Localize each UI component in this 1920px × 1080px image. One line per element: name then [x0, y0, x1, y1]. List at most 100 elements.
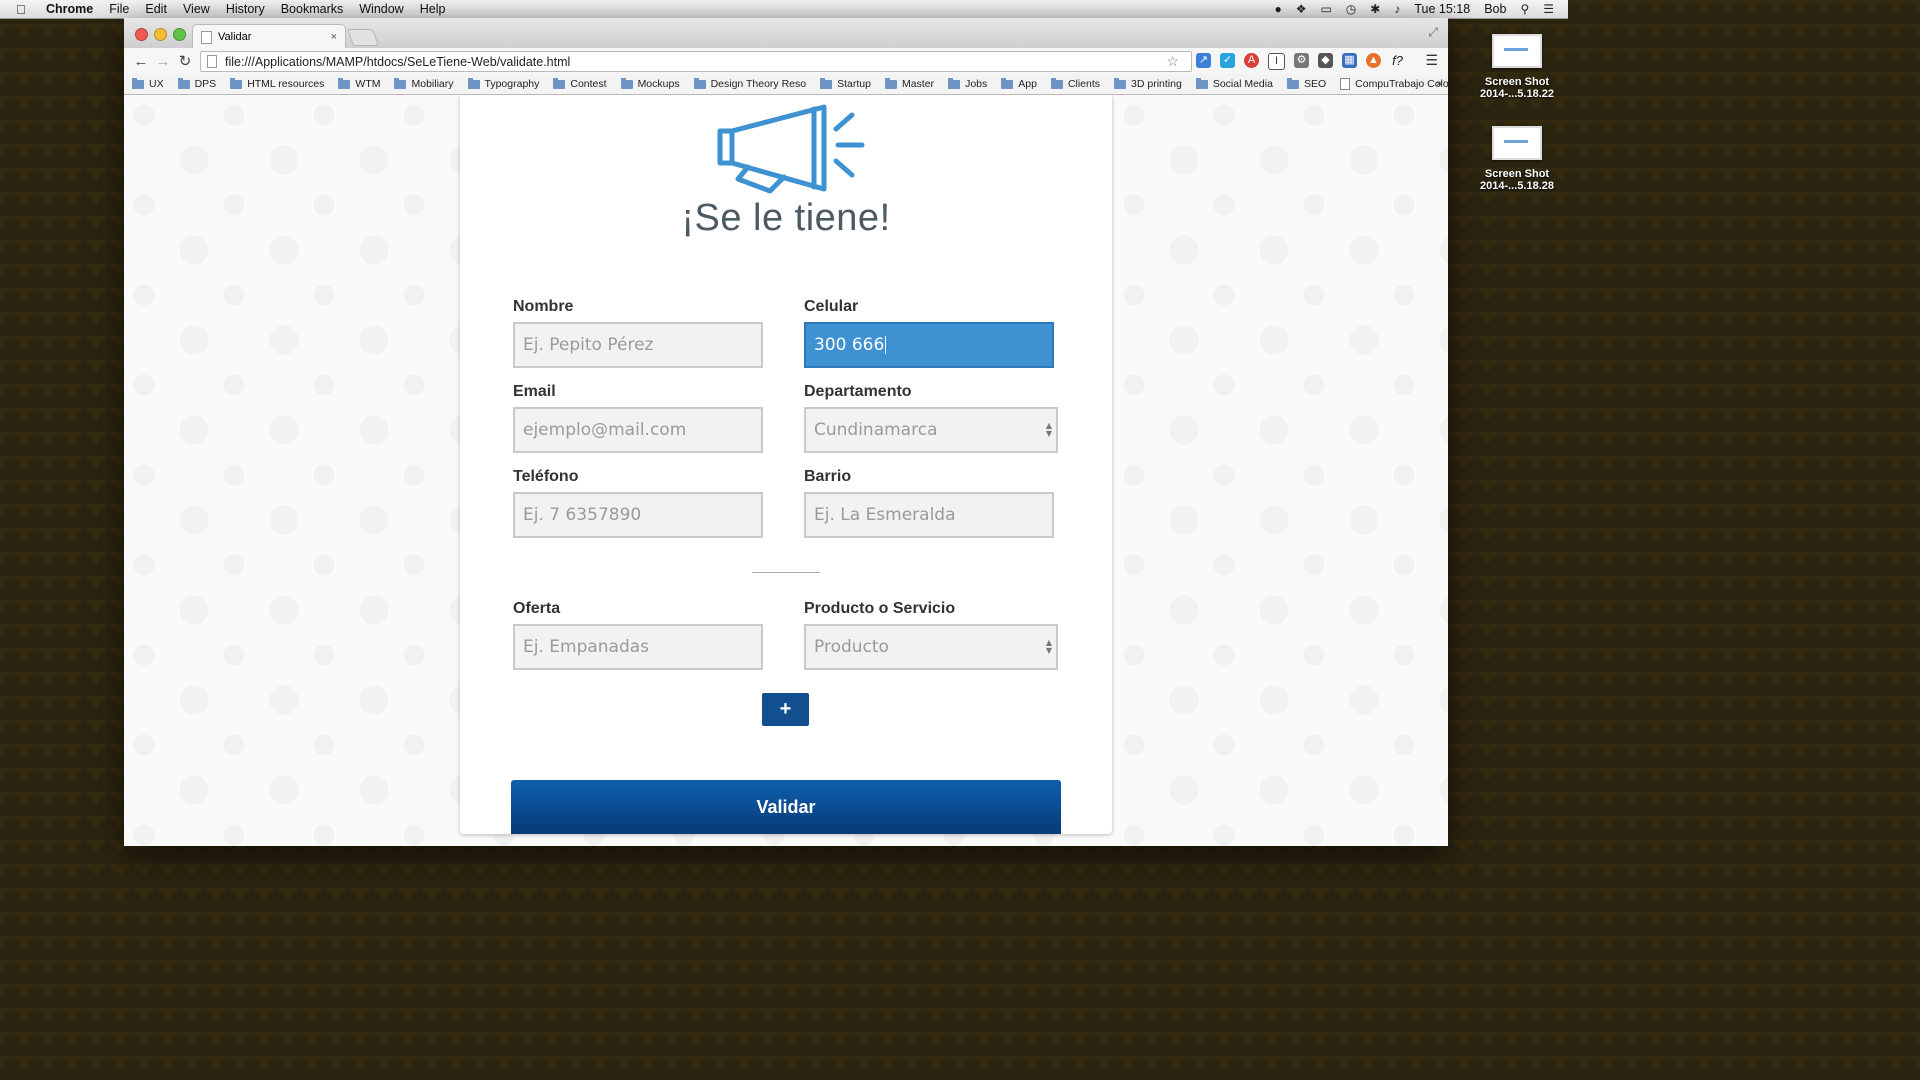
bookmark-label: App: [1018, 78, 1037, 90]
adblock-icon[interactable]: A: [1244, 53, 1259, 68]
extension-fire-icon[interactable]: ▲: [1366, 53, 1381, 68]
desktop-file-screenshot-2[interactable]: Screen Shot 2014-...5.18.28: [1472, 126, 1562, 192]
bookmarks-overflow-chevron-icon[interactable]: »: [1436, 78, 1442, 90]
brand-title: ¡Se le tiene!: [681, 197, 891, 239]
menu-help[interactable]: Help: [420, 2, 446, 16]
bookmark-folder-typography[interactable]: Typography: [467, 77, 540, 90]
form-card: ¡Se le tiene! Nombre Ej. Pepito Pérez Ce…: [460, 95, 1112, 834]
telefono-input[interactable]: Ej. 7 6357890: [513, 492, 763, 538]
folder-icon: [1114, 77, 1127, 89]
bookmark-computrabajo[interactable]: CompuTrabajo Colo: [1340, 78, 1448, 90]
bookmark-folder-seo[interactable]: SEO: [1286, 77, 1326, 90]
validar-button[interactable]: Validar: [511, 780, 1061, 834]
menu-bookmarks[interactable]: Bookmarks: [281, 2, 344, 16]
extension-check-icon[interactable]: ✓: [1220, 53, 1235, 68]
select-arrows-icon: ▲ ▼: [1045, 421, 1052, 438]
bookmark-folder-app[interactable]: App: [1001, 77, 1037, 90]
folder-icon: [620, 77, 633, 89]
celular-value: 300 666: [814, 335, 885, 355]
desktop-file-screenshot-1[interactable]: Screen Shot 2014-...5.18.22: [1472, 34, 1562, 100]
bookmark-label: Jobs: [965, 78, 988, 90]
menu-app-name[interactable]: Chrome: [46, 2, 93, 16]
menu-window[interactable]: Window: [359, 2, 403, 16]
menubar-user[interactable]: Bob: [1484, 2, 1506, 16]
bookmark-folder-3d-printing[interactable]: 3D printing: [1114, 77, 1182, 90]
celular-input[interactable]: 300 666: [804, 322, 1054, 368]
oferta-input[interactable]: Ej. Empanadas: [513, 624, 763, 670]
departamento-select[interactable]: Cundinamarca ▲ ▼: [804, 407, 1058, 453]
bookmark-folder-design-theory[interactable]: Design Theory Reso: [693, 77, 806, 90]
tab-close-icon[interactable]: ×: [331, 31, 337, 43]
bookmark-label: Mockups: [637, 78, 680, 90]
bookmark-folder-wtm[interactable]: WTM: [338, 77, 380, 90]
desktop-file-label-2b: 2014-...5.18.28: [1479, 180, 1554, 192]
bookmark-folder-master[interactable]: Master: [884, 77, 934, 90]
address-bar[interactable]: file:///Applications/MAMP/htdocs/SeLeTie…: [200, 51, 1192, 72]
bookmark-folder-ux[interactable]: UX: [132, 77, 164, 90]
dropbox-icon[interactable]: ❖: [1296, 2, 1307, 16]
airplay-icon[interactable]: ▭: [1320, 2, 1331, 16]
barrio-input[interactable]: Ej. La Esmeralda: [804, 492, 1054, 538]
bookmark-folder-startup[interactable]: Startup: [820, 77, 871, 90]
field-telefono: Teléfono Ej. 7 6357890: [513, 468, 765, 538]
status-app-icon[interactable]: ●: [1274, 2, 1281, 16]
bookmark-label: Startup: [837, 78, 871, 90]
bookmark-folder-mockups[interactable]: Mockups: [620, 77, 680, 90]
spotlight-search-icon[interactable]: ⚲: [1520, 2, 1529, 16]
bookmark-folder-jobs[interactable]: Jobs: [948, 77, 988, 90]
new-tab-button[interactable]: [346, 29, 380, 46]
notification-center-icon[interactable]: ☰: [1543, 2, 1554, 16]
folder-icon: [338, 77, 351, 89]
bookmark-label: UX: [149, 78, 164, 90]
bookmark-folder-mobiliary[interactable]: Mobiliary: [394, 77, 454, 90]
browser-toolbar: ← → ↻ file:///Applications/MAMP/htdocs/S…: [124, 48, 1448, 74]
extension-tool-icon[interactable]: ⚙: [1294, 53, 1309, 68]
menu-edit[interactable]: Edit: [145, 2, 167, 16]
extension-calendar-icon[interactable]: ▦: [1342, 53, 1357, 68]
bookmark-folder-dps[interactable]: DPS: [177, 77, 217, 90]
volume-icon[interactable]: ♪: [1394, 2, 1400, 16]
whatfont-icon[interactable]: f?: [1390, 53, 1405, 68]
nombre-input[interactable]: Ej. Pepito Pérez: [513, 322, 763, 368]
menu-view[interactable]: View: [183, 2, 210, 16]
back-arrow-icon[interactable]: ←: [130, 53, 152, 70]
address-url[interactable]: file:///Applications/MAMP/htdocs/SeLeTie…: [225, 55, 570, 69]
zoom-window-button[interactable]: [173, 28, 186, 41]
folder-icon: [884, 77, 897, 89]
close-window-button[interactable]: [135, 28, 148, 41]
bookmark-folder-contest[interactable]: Contest: [553, 77, 607, 90]
macos-menubar:  Chrome File Edit View History Bookmark…: [0, 0, 1568, 19]
folder-icon: [467, 77, 480, 89]
add-offer-button[interactable]: +: [762, 693, 809, 726]
apple-menu-icon[interactable]: : [16, 2, 32, 17]
time-machine-icon[interactable]: ◷: [1346, 2, 1356, 16]
email-input[interactable]: ejemplo@mail.com: [513, 407, 763, 453]
bookmark-folder-clients[interactable]: Clients: [1050, 77, 1100, 90]
extension-text-icon[interactable]: I: [1268, 53, 1285, 70]
bluetooth-icon[interactable]: ✱: [1370, 2, 1380, 16]
chrome-menu-icon[interactable]: ☰: [1425, 52, 1438, 69]
minimize-window-button[interactable]: [154, 28, 167, 41]
tab-validar[interactable]: Validar ×: [192, 24, 346, 49]
menu-history[interactable]: History: [226, 2, 265, 16]
menubar-clock[interactable]: Tue 15:18: [1414, 2, 1470, 16]
bookmark-label: HTML resources: [247, 78, 325, 90]
folder-icon: [1050, 77, 1063, 89]
reload-icon[interactable]: ↻: [174, 52, 196, 70]
bookmark-folder-html-resources[interactable]: HTML resources: [230, 77, 325, 90]
bookmark-label: DPS: [194, 78, 217, 90]
folder-icon: [1195, 77, 1208, 89]
bookmarks-bar: UX DPS HTML resources WTM Mobiliary Typo…: [124, 74, 1448, 95]
bookmark-label: Typography: [484, 78, 540, 90]
folder-icon: [820, 77, 833, 89]
extension-share-icon[interactable]: ↗: [1196, 53, 1211, 68]
bookmark-star-icon[interactable]: ☆: [1166, 53, 1179, 70]
menu-file[interactable]: File: [109, 2, 129, 16]
producto-label: Producto o Servicio: [804, 600, 956, 617]
producto-select[interactable]: Producto ▲ ▼: [804, 624, 1058, 670]
extension-puzzle-icon[interactable]: ◆: [1318, 53, 1333, 68]
fullscreen-icon[interactable]: ⤢: [1428, 25, 1438, 40]
bookmark-label: Mobiliary: [411, 78, 454, 90]
bookmark-folder-social-media[interactable]: Social Media: [1195, 77, 1273, 90]
forward-arrow-icon[interactable]: →: [152, 53, 174, 70]
